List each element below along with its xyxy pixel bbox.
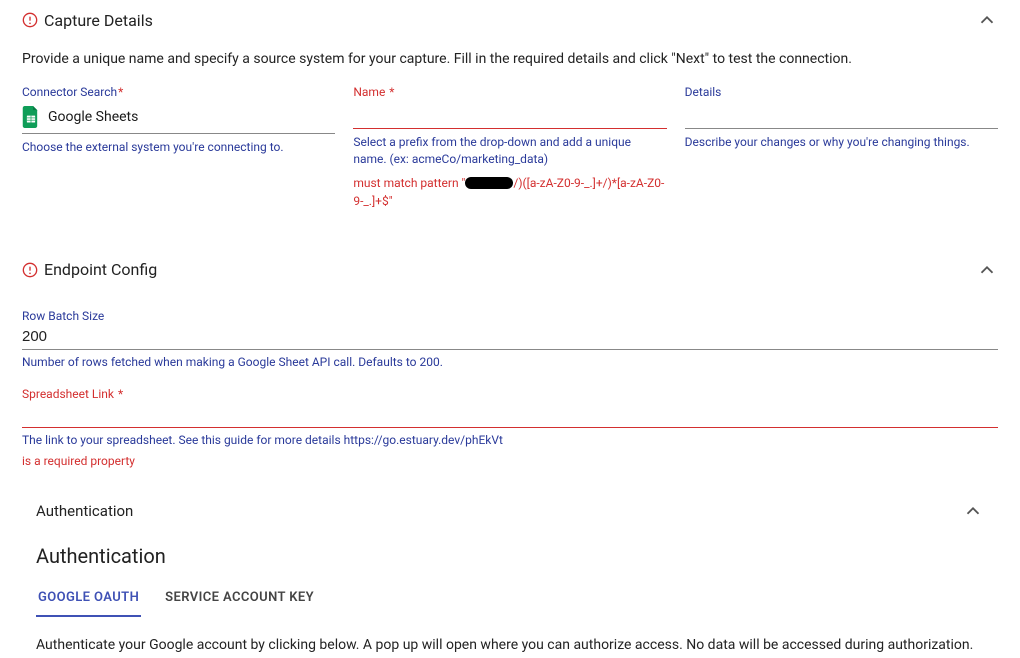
row-batch-label: Row Batch Size — [22, 309, 998, 323]
connector-helper: Choose the external system you're connec… — [22, 139, 335, 156]
alert-circle-icon — [22, 12, 38, 28]
name-error: must match pattern "/)([a-zA-Z0-9-_.]+/)… — [353, 174, 666, 210]
name-field: Name * Select a prefix from the drop-dow… — [353, 85, 666, 210]
capture-details-header[interactable]: Capture Details — [22, 6, 998, 37]
connector-input[interactable]: Google Sheets — [22, 103, 335, 134]
spreadsheet-field: Spreadsheet Link * The link to your spre… — [22, 387, 998, 470]
alert-circle-icon — [22, 262, 38, 278]
connector-label: Connector Search* — [22, 85, 335, 99]
row-batch-input[interactable] — [22, 325, 998, 350]
spreadsheet-label: Spreadsheet Link * — [22, 387, 998, 401]
auth-description: Authenticate your Google account by clic… — [36, 635, 984, 656]
row-batch-field: Row Batch Size Number of rows fetched wh… — [22, 309, 998, 369]
capture-details-title: Capture Details — [44, 11, 153, 30]
connector-value-text: Google Sheets — [48, 109, 138, 125]
details-input[interactable] — [685, 103, 998, 129]
authentication-accordion-header[interactable]: Authentication — [36, 496, 984, 532]
google-sheets-icon — [22, 106, 40, 128]
authentication-accordion-title: Authentication — [36, 502, 133, 520]
chevron-up-icon[interactable] — [976, 259, 998, 281]
name-helper: Select a prefix from the drop-down and a… — [353, 134, 666, 169]
connector-field: Connector Search* Google Sheets Choose t… — [22, 85, 335, 210]
details-field: Details Describe your changes or why you… — [685, 85, 998, 210]
spreadsheet-input[interactable] — [22, 403, 998, 428]
endpoint-config-header[interactable]: Endpoint Config — [22, 256, 998, 287]
tab-service-account-key[interactable]: SERVICE ACCOUNT KEY — [163, 582, 316, 617]
row-batch-helper: Number of rows fetched when making a Goo… — [22, 355, 998, 369]
auth-tabs: GOOGLE OAUTH SERVICE ACCOUNT KEY — [36, 582, 984, 617]
chevron-up-icon[interactable] — [962, 500, 984, 522]
chevron-up-icon[interactable] — [976, 9, 998, 31]
tab-google-oauth[interactable]: GOOGLE OAUTH — [36, 582, 141, 617]
capture-description: Provide a unique name and specify a sour… — [22, 51, 998, 67]
endpoint-config-title: Endpoint Config — [44, 260, 157, 279]
authentication-accordion: Authentication Authentication GOOGLE OAU… — [22, 488, 998, 656]
details-label: Details — [685, 85, 998, 99]
spreadsheet-error: is a required property — [22, 452, 998, 470]
authentication-heading: Authentication — [36, 544, 984, 568]
spreadsheet-helper: The link to your spreadsheet. See this g… — [22, 433, 998, 447]
redacted-block — [465, 177, 513, 189]
name-input[interactable] — [353, 103, 666, 129]
name-label: Name * — [353, 85, 666, 99]
details-helper: Describe your changes or why you're chan… — [685, 134, 998, 151]
